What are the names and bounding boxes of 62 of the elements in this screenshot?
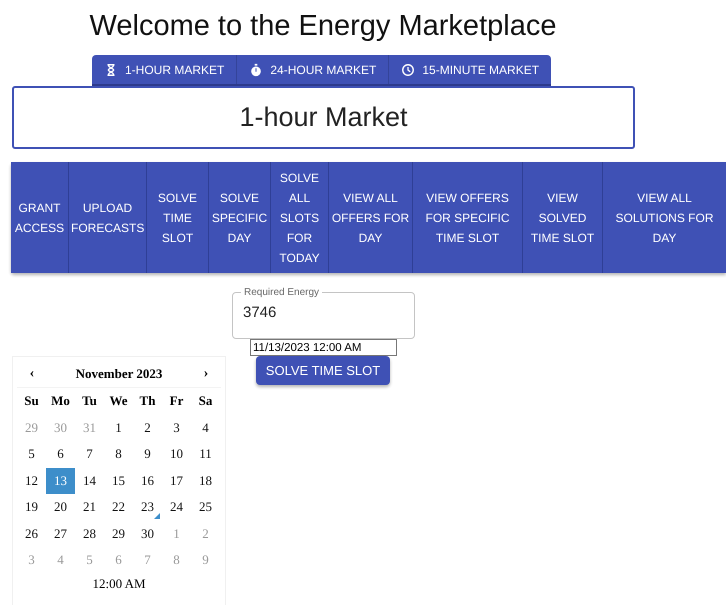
field-label: Required Energy [243, 287, 320, 298]
calendar-day[interactable]: 10 [162, 441, 191, 468]
calendar-day[interactable]: 26 [17, 520, 46, 547]
calendar-day[interactable]: 12 [17, 468, 46, 494]
market-tab[interactable]: 15-MINUTE MARKET [389, 55, 552, 84]
today-marker-icon [154, 512, 160, 518]
calendar-day[interactable]: 4 [191, 414, 220, 441]
weekday-label: Sa [198, 392, 214, 410]
calendar-day[interactable]: 20 [46, 494, 75, 520]
calendar-day[interactable]: 25 [191, 494, 220, 520]
weekday-label: Th [138, 392, 156, 410]
page-title: Welcome to the Energy Marketplace [88, 10, 558, 43]
solve-button[interactable]: SOLVE TIME SLOT [256, 356, 390, 385]
action-button[interactable]: VIEW OFFERS FOR SPECIFIC TIME SLOT [413, 162, 523, 273]
action-button[interactable]: GRANT ACCESS [11, 162, 69, 273]
previous-month-button[interactable]: ‹ [17, 366, 47, 382]
action-button[interactable]: SOLVE TIME SLOT [147, 162, 209, 273]
month-title: November 2023 [76, 366, 162, 382]
calendar-day[interactable]: 14 [75, 468, 104, 494]
weekday-label: We [108, 392, 129, 410]
stopwatch-icon [249, 62, 264, 76]
time-label[interactable]: 12:00 AM [17, 576, 221, 592]
calendar-day[interactable]: 13 [46, 468, 75, 494]
calendar-day[interactable]: 16 [133, 468, 162, 494]
calendar-day[interactable]: 11 [191, 441, 220, 468]
calendar-day[interactable]: 6 [46, 441, 75, 468]
calendar-day[interactable]: 3 [162, 414, 191, 441]
next-month-button[interactable]: › [191, 366, 221, 382]
market-tab[interactable]: 24-HOUR MARKET [237, 55, 390, 84]
action-button[interactable]: SOLVE SPECIFIC DAY [209, 162, 271, 273]
market-heading: 1-hour Market [239, 102, 408, 133]
calendar-day[interactable]: 8 [104, 441, 133, 468]
calendar-day[interactable]: 7 [75, 441, 104, 468]
calendar-day[interactable]: 29 [104, 520, 133, 547]
action-button[interactable]: VIEW SOLVED TIME SLOT [523, 162, 603, 273]
calendar-day[interactable]: 30 [133, 520, 162, 547]
calendar-day[interactable]: 27 [46, 520, 75, 547]
calendar-day[interactable]: 15 [104, 468, 133, 494]
action-button[interactable]: VIEW ALL OFFERS FOR DAY [329, 162, 413, 273]
weekday-label: Mo [50, 392, 71, 410]
weekday-label: Su [23, 392, 40, 410]
calendar-day[interactable]: 2 [133, 414, 162, 441]
calendar-day[interactable]: 18 [191, 468, 220, 494]
clock-icon [401, 62, 416, 76]
weekday-label: Fr [168, 392, 184, 410]
datetime-field[interactable]: 11/13/2023 12:00 AM [250, 339, 397, 356]
calendar-day[interactable]: 23 [133, 494, 162, 520]
action-button[interactable]: VIEW ALL SOLUTIONS FOR DAY [603, 162, 726, 273]
action-button[interactable]: SOLVE ALL SLOTS FOR TODAY [271, 162, 329, 273]
action-button[interactable]: UPLOAD FORECASTS [69, 162, 147, 273]
field-value: 3746 [243, 304, 276, 321]
calendar-day[interactable]: 21 [75, 494, 104, 520]
market-tab[interactable]: 1-HOUR MARKET [92, 55, 238, 84]
calendar-day[interactable]: 19 [17, 494, 46, 520]
calendar-day[interactable]: 9 [133, 441, 162, 468]
calendar-day[interactable]: 5 [17, 441, 46, 468]
calendar-day[interactable]: 1 [104, 414, 133, 441]
weekday-label: Tu [81, 392, 98, 410]
calendar-day[interactable]: 28 [75, 520, 104, 547]
calendar-day[interactable]: 24 [162, 494, 191, 520]
calendar-day[interactable]: 17 [162, 468, 191, 494]
calendar-day[interactable]: 22 [104, 494, 133, 520]
